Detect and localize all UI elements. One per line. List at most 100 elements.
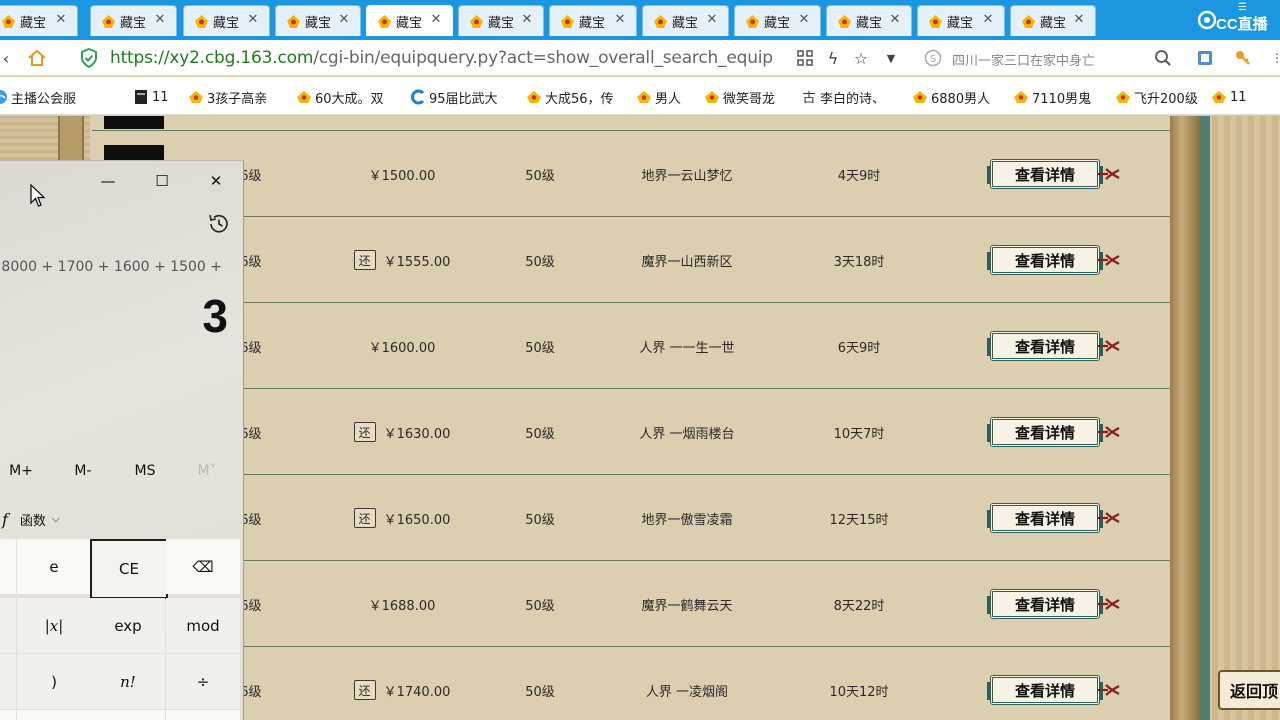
home-icon[interactable] [26,47,48,69]
tab-close-icon[interactable]: ✕ [520,13,534,27]
bookmark-item[interactable]: 60大成。双 [296,87,384,107]
browser-tab[interactable]: 藏宝 ✕ [734,5,821,36]
lightning-icon[interactable]: ϟ [822,47,844,69]
bookmark-item[interactable]: 11 [133,87,169,107]
browser-tab[interactable]: 藏宝 ✕ [826,5,912,36]
bookmark-item[interactable]: 微笑哥龙 [704,87,775,107]
extension-icon[interactable] [1194,47,1216,69]
memory-add-button[interactable]: M+ [0,459,46,483]
url-field[interactable]: https://xy2.cbg.163.com/cgi-bin/equipque… [110,48,773,68]
tab-close-icon[interactable]: ✕ [54,13,68,27]
bookmark-item[interactable]: 古李白的诗、 [801,87,885,107]
treasure-favicon-icon [468,13,485,30]
more-icon[interactable]: ⋮ [1266,47,1280,69]
star-bookmark-icon[interactable]: ☆ [850,47,872,69]
key-backspace[interactable]: ⌫ [166,539,240,594]
game-icon [1013,89,1029,105]
browser-tab[interactable]: 藏宝 ✕ [0,5,78,36]
key-right-paren[interactable]: ) [17,654,91,709]
bookmark-item[interactable]: 主播公会服 [0,87,76,107]
tab-close-icon[interactable]: ✕ [1072,13,1086,27]
returnable-badge: 还 [353,508,376,528]
bookmark-item[interactable]: 11 [1211,87,1247,107]
function-menu[interactable]: f 函数 ⌵ [0,507,90,531]
view-details-button[interactable]: 查看详情 [987,331,1103,361]
returnable-badge: 还 [353,680,376,700]
key-blank-2[interactable] [0,598,16,653]
memory-store-button[interactable]: MS [120,459,170,483]
price-cell: 还 ￥1555.00 [322,217,482,303]
tab-close-icon[interactable]: ✕ [153,13,167,27]
table-row: 16级 ￥1688.00 50级 魔界一鹤舞云天 8天22时 查看详情 [92,561,1170,647]
treasure-favicon-icon [100,13,117,30]
view-details-button[interactable]: 查看详情 [987,159,1103,189]
magnifier-icon[interactable] [1152,47,1174,69]
bookmark-label: 微笑哥龙 [723,91,776,107]
browser-tab[interactable]: 藏宝 ✕ [642,5,729,36]
back-arrow-icon[interactable]: ‹ [0,47,12,69]
tab-close-icon[interactable]: ✕ [888,13,902,27]
dropdown-caret-icon[interactable]: ▼ [880,47,902,69]
tab-close-icon[interactable]: ✕ [613,13,627,27]
key-clear-entry[interactable]: CE [90,539,168,599]
view-details-button[interactable]: 查看详情 [987,245,1103,275]
grid-apps-icon[interactable] [794,47,816,69]
view-details-button[interactable]: 查看详情 [987,417,1103,447]
key-blank-5[interactable] [17,710,91,720]
key-divide[interactable]: ÷ [166,654,240,709]
tab-close-icon[interactable]: ✕ [981,13,995,27]
view-details-button[interactable]: 查看详情 [987,503,1103,533]
tab-close-icon[interactable]: ✕ [337,13,351,27]
search-input[interactable]: S 四川一家三口在家中身亡 [916,45,1178,71]
browser-tab[interactable]: 藏宝 ✕ [90,5,177,36]
tab-close-icon[interactable]: ✕ [705,13,719,27]
browser-tab[interactable]: 藏宝 ✕ [366,5,453,36]
menu-lines-icon[interactable]: ☰ [1238,2,1247,13]
browser-tab[interactable]: 藏宝 ✕ [917,5,1005,36]
memory-subtract-button[interactable]: M- [58,459,108,483]
tassel-icon [1098,254,1120,266]
minimize-button[interactable]: — [90,167,126,195]
bookmark-label: 7110男鬼 [1032,91,1092,107]
memory-list-button[interactable]: M˅ [182,459,232,483]
bookmark-label: 3孩子高亲 [207,91,268,107]
key-blank-4[interactable] [0,710,16,720]
tab-close-icon[interactable]: ✕ [797,13,811,27]
bookmark-item[interactable]: 3孩子高亲 [188,87,267,107]
bookmark-item[interactable]: 95届比武大 [410,87,498,107]
bookmark-item[interactable]: 7110男鬼 [1013,87,1091,107]
item-price: ￥1688.00 [368,598,436,614]
browser-tab[interactable]: 藏宝 ✕ [183,5,270,36]
history-icon[interactable] [206,211,232,237]
key-blank-3[interactable] [0,654,16,709]
bookmark-item[interactable]: 男人 [636,87,681,107]
server-name: 人界 一烟雨楼台 [639,426,735,442]
key-icon[interactable] [1232,47,1254,69]
key-exp[interactable]: exp [91,598,165,653]
bookmark-item[interactable]: 6880男人 [912,87,990,107]
tab-close-icon[interactable]: ✕ [429,13,443,27]
close-button[interactable]: ✕ [198,167,234,195]
secure-shield-icon[interactable] [78,47,100,69]
back-to-top-button[interactable]: 返回顶 [1218,670,1280,710]
browser-tab[interactable]: 藏宝 ✕ [549,5,637,36]
key-factorial[interactable]: n! [91,654,165,709]
bookmark-item[interactable]: 大成56，传 [526,87,614,107]
key-blank-7[interactable] [166,710,240,720]
server-name: 地界一云山梦忆 [641,168,733,184]
browser-tab[interactable]: 藏宝 ✕ [458,5,544,36]
key-blank-1[interactable] [0,539,16,594]
view-details-button[interactable]: 查看详情 [987,589,1103,619]
key-mod[interactable]: mod [166,598,240,653]
key-blank-6[interactable] [91,710,165,720]
table-row: 16级还 ￥1740.00 50级 人界 一凌烟阁 10天12时 查看详情 [92,647,1170,720]
key-absolute[interactable]: |x| [17,598,91,653]
bookmark-item[interactable]: 飞升200级 [1115,87,1198,107]
key-e[interactable]: e [17,539,91,594]
view-details-button[interactable]: 查看详情 [987,675,1103,705]
tab-close-icon[interactable]: ✕ [246,13,260,27]
browser-tab[interactable]: 藏宝 ✕ [275,5,361,36]
browser-tab[interactable]: 藏宝 ✕ [1010,5,1096,36]
maximize-button[interactable]: ☐ [144,167,180,195]
treasure-favicon-icon [0,13,17,30]
